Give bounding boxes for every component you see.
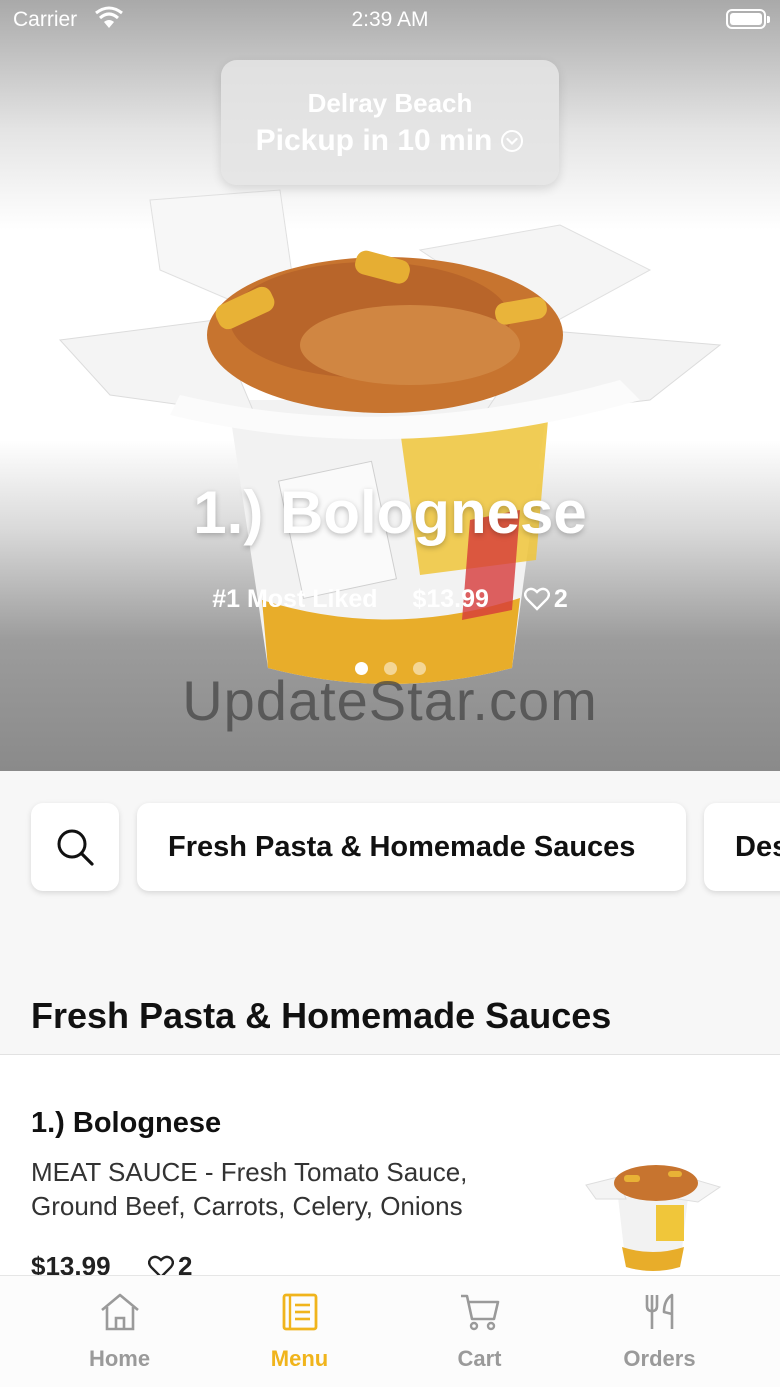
menu-item-card[interactable]: 1.) Bolognese MEAT SAUCE - Fresh Tomato … [0,1055,780,1275]
menu-item-likes-count: 2 [178,1251,193,1275]
tab-menu[interactable]: Menu [202,1276,397,1387]
category-chip-desserts[interactable]: Des [704,803,780,891]
featured-title: 1.) Bolognese [193,479,587,546]
search-button[interactable] [31,803,119,891]
menu-icon [282,1293,318,1331]
tab-cart[interactable]: Cart [382,1276,577,1387]
featured-price: $13.99 [412,585,489,613]
menu-item-likes: 2 [147,1251,193,1275]
battery-icon [726,9,770,29]
category-strip: Fresh Pasta & Homemade Sauces Des Fresh … [0,771,780,1055]
heart-icon [147,1255,175,1275]
status-bar: Carrier 2:39 AM [0,0,780,40]
tab-cart-label: Cart [457,1346,502,1371]
tab-menu-label: Menu [270,1346,329,1371]
location-city: Delray Beach [307,88,473,118]
tab-home-label: Home [88,1346,151,1371]
pickup-eta: Pickup in 10 min [221,124,559,158]
pickup-eta-label: Pickup in 10 min [255,124,493,157]
orders-icon [645,1293,674,1329]
category-chip-fresh-pasta[interactable]: Fresh Pasta & Homemade Sauces [137,803,686,891]
featured-hero[interactable]: Carrier 2:39 AM Delray Beach Pickup in 1… [0,0,780,771]
section-title: Fresh Pasta & Homemade Sauces [31,995,612,1036]
heart-icon [523,587,550,611]
pickup-location-selector[interactable]: Delray Beach Pickup in 10 min [221,60,559,185]
tab-orders[interactable]: Orders [562,1276,757,1387]
menu-item-name: 1.) Bolognese [31,1107,222,1139]
menu-item-thumbnail [585,1165,722,1271]
home-icon [101,1293,139,1331]
featured-meta: #1 Most Liked $13.99 2 [0,585,780,614]
menu-item-price: $13.99 [31,1251,111,1275]
featured-likes: 2 [523,585,568,613]
chevron-down-circle-icon [501,130,524,152]
tab-bar: Home Menu Cart Orders [0,1275,780,1387]
watermark: UpdateStar.com [182,669,598,732]
featured-badge: #1 Most Liked [212,585,378,613]
menu-item-description: MEAT SAUCE - Fresh Tomato Sauce, Ground … [31,1157,468,1221]
cart-icon [461,1294,500,1331]
search-icon [57,829,94,866]
featured-likes-count: 2 [553,585,568,613]
tab-home[interactable]: Home [22,1276,217,1387]
clock: 2:39 AM [351,8,429,31]
tab-orders-label: Orders [623,1346,696,1371]
